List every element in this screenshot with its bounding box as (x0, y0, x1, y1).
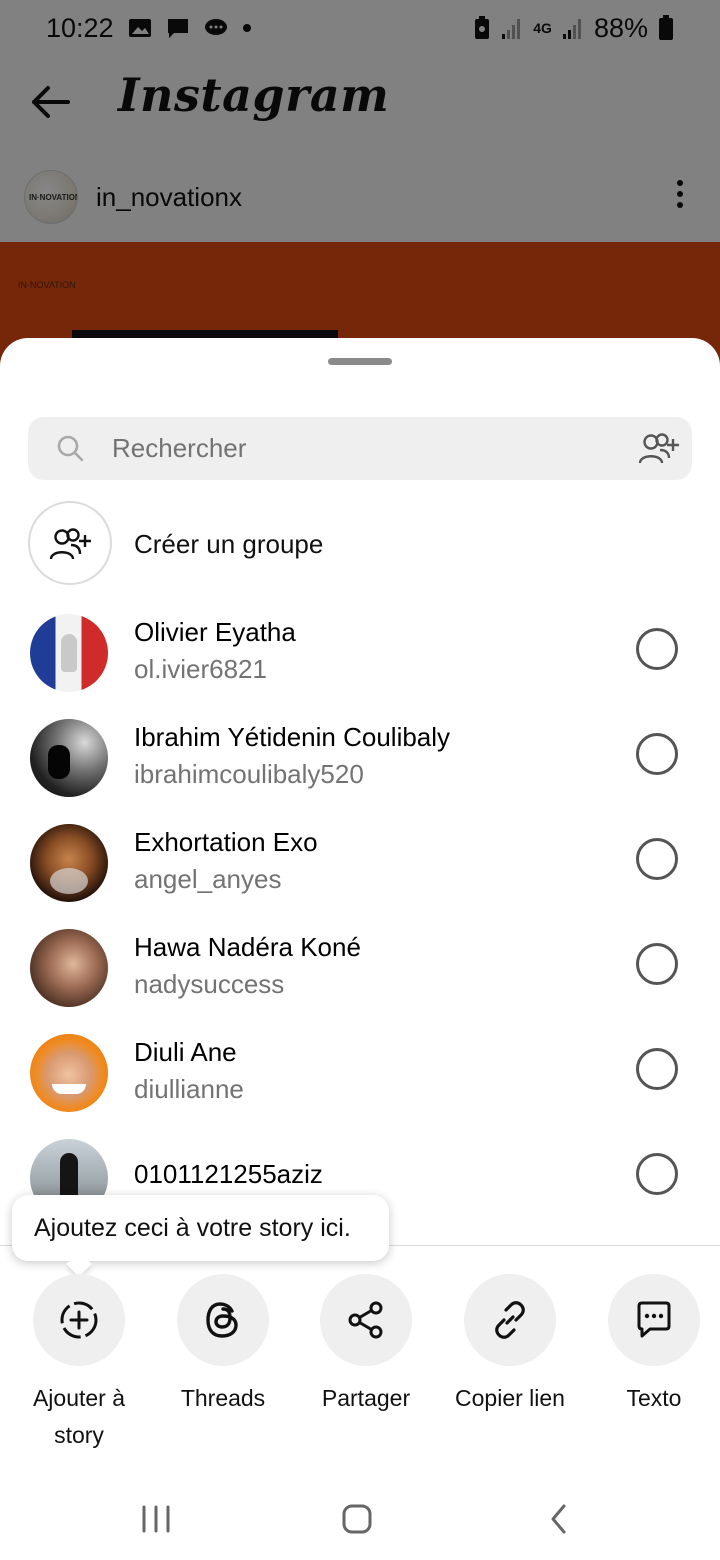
search-input[interactable] (112, 417, 612, 480)
contact-username: angel_anyes (134, 864, 282, 894)
select-radio[interactable] (636, 733, 678, 775)
add-to-story-button[interactable]: Ajouter à story (7, 1274, 151, 1454)
contact-avatar (30, 1034, 108, 1112)
system-nav-bar (0, 1478, 720, 1560)
sms-circle[interactable] (608, 1274, 700, 1366)
contact-username: ibrahimcoulibaly520 (134, 759, 364, 789)
search-icon (57, 435, 84, 462)
create-group-button[interactable] (28, 501, 112, 585)
share-circle[interactable] (320, 1274, 412, 1366)
contact-avatar (30, 614, 108, 692)
sms-icon (637, 1301, 671, 1338)
add-to-story-label: Ajouter à story (7, 1380, 151, 1454)
contact-name: 0101121255aziz (134, 1159, 323, 1189)
contact-row[interactable]: Diuli Ane diullianne (0, 1020, 720, 1125)
share-actions: Ajouter à story Threads Partager Copier … (0, 1274, 720, 1454)
select-radio[interactable] (636, 943, 678, 985)
select-radio[interactable] (636, 628, 678, 670)
search-bar (28, 417, 692, 480)
select-radio[interactable] (636, 1048, 678, 1090)
select-radio[interactable] (636, 1153, 678, 1195)
contact-avatar (30, 824, 108, 902)
threads-button[interactable]: Threads (151, 1274, 295, 1417)
contact-username: ol.ivier6821 (134, 654, 267, 684)
recent-apps-icon[interactable] (136, 1502, 176, 1536)
share-button[interactable]: Partager (294, 1274, 438, 1417)
contact-username: diullianne (134, 1074, 244, 1104)
threads-circle[interactable] (177, 1274, 269, 1366)
contact-username: nadysuccess (134, 969, 285, 999)
contact-row[interactable]: Olivier Eyatha ol.ivier6821 (0, 600, 720, 705)
link-icon (495, 1301, 525, 1339)
contact-name: Ibrahim Yétidenin Coulibaly (134, 722, 451, 752)
add-to-story-icon (60, 1301, 98, 1339)
contact-row[interactable]: Ibrahim Yétidenin Coulibaly ibrahimcouli… (0, 705, 720, 810)
create-group-row[interactable]: Créer un groupe (28, 501, 692, 585)
tooltip-text: Ajoutez ceci à votre story ici. (34, 1214, 351, 1242)
add-to-story-label-line1: Ajouter à (32, 1385, 126, 1411)
contact-row[interactable]: Exhortation Exo angel_anyes (0, 810, 720, 915)
contact-avatar (30, 719, 108, 797)
contact-list: Olivier Eyatha ol.ivier6821 Ibrahim Yéti… (0, 600, 720, 1230)
create-group-label: Créer un groupe (134, 529, 324, 559)
contact-name: Hawa Nadéra Koné (134, 932, 361, 962)
story-tooltip[interactable]: Ajoutez ceci à votre story ici. (12, 1195, 389, 1277)
share-icon (348, 1301, 383, 1339)
contact-name: Diuli Ane (134, 1037, 237, 1067)
contact-row[interactable]: Hawa Nadéra Koné nadysuccess (0, 915, 720, 1020)
back-nav-icon[interactable] (540, 1502, 580, 1536)
contact-name: Olivier Eyatha (134, 617, 296, 647)
add-to-story-circle[interactable] (33, 1274, 125, 1366)
add-people-icon[interactable] (638, 431, 680, 467)
sms-label: Texto (626, 1385, 682, 1411)
copy-link-label: Copier lien (455, 1385, 565, 1411)
home-icon[interactable] (337, 1502, 377, 1536)
select-radio[interactable] (636, 838, 678, 880)
sheet-drag-handle[interactable] (328, 358, 392, 365)
add-group-icon (49, 528, 91, 560)
copy-link-circle[interactable] (464, 1274, 556, 1366)
copy-link-button[interactable]: Copier lien (438, 1274, 582, 1417)
sms-button[interactable]: Texto (582, 1274, 720, 1417)
threads-label: Threads (180, 1385, 266, 1411)
contact-avatar (30, 929, 108, 1007)
threads-icon (206, 1302, 238, 1338)
contact-name: Exhortation Exo (134, 827, 318, 857)
add-to-story-label-line2: story (54, 1422, 104, 1448)
share-label: Partager (321, 1385, 411, 1411)
